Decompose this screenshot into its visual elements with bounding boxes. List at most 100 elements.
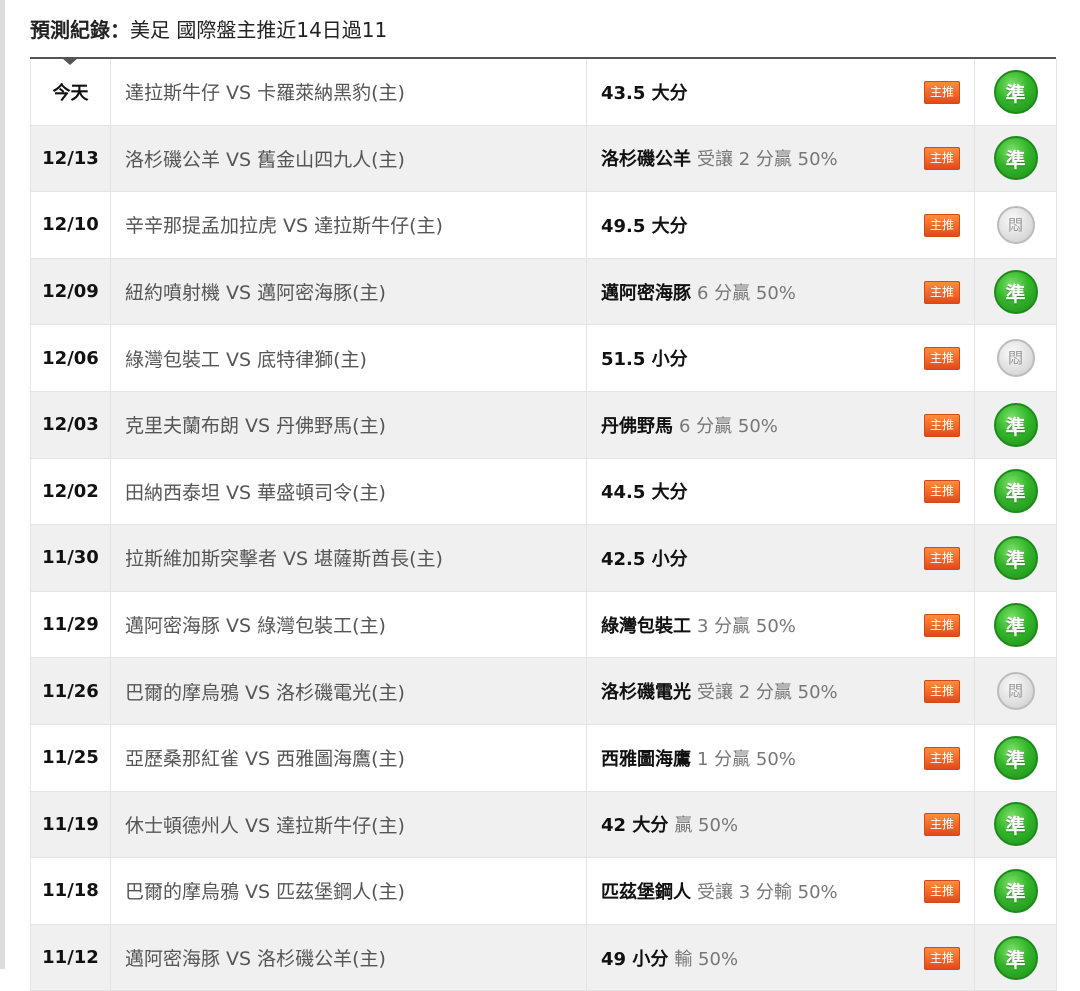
main-pick-badge: 主推 (923, 80, 960, 104)
result-hit-icon: 準 (993, 735, 1038, 780)
pick-main: 44.5 大分 (601, 482, 688, 504)
main-pick-badge: 主推 (923, 746, 960, 770)
record-row: 11/30 拉斯維加斯突擊者 VS 堪薩斯酋長(主) 42.5 小分 主推 準 (30, 524, 1057, 592)
record-match-link[interactable]: 拉斯維加斯突擊者 VS 堪薩斯酋長(主) (110, 524, 587, 592)
record-result: 準 (974, 524, 1057, 592)
record-match-link[interactable]: 亞歷桑那紅雀 VS 西雅圖海鷹(主) (110, 724, 587, 792)
record-date: 12/03 (30, 391, 111, 459)
record-row: 12/13 洛杉磯公羊 VS 舊金山四九人(主) 洛杉磯公羊 受讓 2 分贏 50% 主… (30, 125, 1057, 193)
record-result: 悶 (974, 657, 1057, 725)
result-hit-icon: 準 (993, 535, 1038, 580)
prediction-records-table: 今天 達拉斯牛仔 VS 卡羅萊納黑豹(主) 43.5 大分 主推準 12/13 洛杉磯公羊… (30, 59, 1057, 991)
record-match-link[interactable]: 達拉斯牛仔 VS 卡羅萊納黑豹(主) (110, 59, 587, 126)
pick-main: 洛杉磯電光 (601, 682, 691, 704)
record-pick: 42.5 小分 主推 (586, 524, 975, 592)
record-result: 準 (974, 857, 1057, 925)
record-pick: 洛杉磯公羊 受讓 2 分贏 50% 主推 (586, 125, 975, 193)
record-pick: 洛杉磯電光 受讓 2 分贏 50% 主推 (586, 657, 975, 725)
record-row: 12/06 綠灣包裝工 VS 底特律獅(主) 51.5 小分 主推 悶 (30, 324, 1057, 392)
record-pick: 綠灣包裝工 3 分贏 50% 主推 (586, 591, 975, 659)
result-hit-icon: 準 (993, 469, 1038, 514)
record-result: 準 (974, 924, 1057, 991)
main-pick-badge: 主推 (923, 546, 960, 570)
record-date: 11/25 (30, 724, 111, 792)
record-match-link[interactable]: 洛杉磯公羊 VS 舊金山四九人(主) (110, 125, 587, 193)
record-row: 今天 達拉斯牛仔 VS 卡羅萊納黑豹(主) 43.5 大分 主推 準 (30, 59, 1057, 126)
record-result: 準 (974, 724, 1057, 792)
record-pick: 邁阿密海豚 6 分贏 50% 主推 (586, 258, 975, 326)
main-pick-badge: 主推 (923, 879, 960, 903)
record-result: 準 (974, 59, 1057, 126)
record-result: 準 (974, 791, 1057, 859)
result-hit-icon: 準 (993, 802, 1038, 847)
result-miss-icon: 悶 (996, 205, 1035, 244)
record-result: 悶 (974, 191, 1057, 259)
main-pick-badge: 主推 (923, 480, 960, 504)
record-date: 11/12 (30, 924, 111, 991)
result-hit-icon: 準 (993, 935, 1038, 980)
record-pick: 49 小分輸 50% 主推 (586, 924, 975, 991)
records-body: 今天 達拉斯牛仔 VS 卡羅萊納黑豹(主) 43.5 大分 主推準 12/13 洛杉磯公羊… (30, 59, 1057, 991)
left-edge-border (0, 0, 5, 969)
record-match-link[interactable]: 休士頓德州人 VS 達拉斯牛仔(主) (110, 791, 587, 859)
record-date: 12/09 (30, 258, 111, 326)
record-result: 悶 (974, 324, 1057, 392)
pick-main: 49 小分 (601, 948, 669, 970)
record-date: 12/02 (30, 458, 111, 526)
pick-detail: 3 分贏 50% (697, 615, 796, 637)
record-date: 11/30 (30, 524, 111, 592)
record-pick: 43.5 大分 主推 (586, 59, 975, 126)
record-match-link[interactable]: 綠灣包裝工 VS 底特律獅(主) (110, 324, 587, 392)
record-match-link[interactable]: 巴爾的摩烏鴉 VS 洛杉磯電光(主) (110, 657, 587, 725)
record-pick: 51.5 小分 主推 (586, 324, 975, 392)
main-pick-badge: 主推 (923, 413, 960, 437)
record-match-link[interactable]: 克里夫蘭布朗 VS 丹佛野馬(主) (110, 391, 587, 459)
record-row: 12/09 紐約噴射機 VS 邁阿密海豚(主) 邁阿密海豚 6 分贏 50% 主推 準 (30, 258, 1057, 326)
record-row: 11/25 亞歷桑那紅雀 VS 西雅圖海鷹(主) 西雅圖海鷹 1 分贏 50% 主推 準 (30, 724, 1057, 792)
pick-main: 42.5 小分 (601, 548, 688, 570)
record-date: 12/06 (30, 324, 111, 392)
page-header: 預測紀錄：美足 國際盤主推近14日過11 (30, 12, 387, 48)
main-pick-badge: 主推 (923, 680, 960, 704)
record-row: 11/18 巴爾的摩烏鴉 VS 匹茲堡鋼人(主) 匹茲堡鋼人 受讓 3 分輸 50% 主… (30, 857, 1057, 925)
record-result: 準 (974, 125, 1057, 193)
pick-main: 匹茲堡鋼人 (601, 881, 691, 903)
main-pick-badge: 主推 (923, 347, 960, 371)
record-date: 11/18 (30, 857, 111, 925)
result-hit-icon: 準 (993, 136, 1038, 181)
record-match-link[interactable]: 辛辛那提孟加拉虎 VS 達拉斯牛仔(主) (110, 191, 587, 259)
main-pick-badge: 主推 (923, 946, 960, 970)
main-pick-badge: 主推 (923, 813, 960, 837)
record-row: 11/29 邁阿密海豚 VS 綠灣包裝工(主) 綠灣包裝工 3 分贏 50% 主推 準 (30, 591, 1057, 659)
pick-main: 邁阿密海豚 (601, 282, 691, 304)
record-pick: 49.5 大分 主推 (586, 191, 975, 259)
pick-main: 42 大分 (601, 815, 669, 837)
record-date: 11/26 (30, 657, 111, 725)
record-match-link[interactable]: 巴爾的摩烏鴉 VS 匹茲堡鋼人(主) (110, 857, 587, 925)
record-pick: 丹佛野馬 6 分贏 50% 主推 (586, 391, 975, 459)
main-pick-badge: 主推 (923, 213, 960, 237)
record-match-link[interactable]: 紐約噴射機 VS 邁阿密海豚(主) (110, 258, 587, 326)
record-row: 11/19 休士頓德州人 VS 達拉斯牛仔(主) 42 大分贏 50% 主推 準 (30, 791, 1057, 859)
record-match-link[interactable]: 邁阿密海豚 VS 綠灣包裝工(主) (110, 591, 587, 659)
main-pick-badge: 主推 (923, 147, 960, 171)
record-date: 11/19 (30, 791, 111, 859)
record-pick: 42 大分贏 50% 主推 (586, 791, 975, 859)
main-pick-badge: 主推 (923, 280, 960, 304)
pick-detail: 輸 50% (674, 948, 739, 970)
pick-detail: 受讓 2 分贏 50% (697, 682, 838, 704)
result-hit-icon: 準 (993, 602, 1038, 647)
result-miss-icon: 悶 (996, 339, 1035, 378)
record-result: 準 (974, 258, 1057, 326)
main-pick-badge: 主推 (923, 613, 960, 637)
record-result: 準 (974, 458, 1057, 526)
pick-detail: 6 分贏 50% (679, 415, 778, 437)
record-date: 12/10 (30, 191, 111, 259)
pick-detail: 受讓 2 分贏 50% (697, 149, 838, 171)
record-match-link[interactable]: 田納西泰坦 VS 華盛頓司令(主) (110, 458, 587, 526)
record-date: 11/29 (30, 591, 111, 659)
header-label: 預測紀錄： (30, 18, 130, 42)
pick-detail: 贏 50% (674, 815, 739, 837)
result-hit-icon: 準 (993, 69, 1038, 114)
record-match-link[interactable]: 邁阿密海豚 VS 洛杉磯公羊(主) (110, 924, 587, 991)
